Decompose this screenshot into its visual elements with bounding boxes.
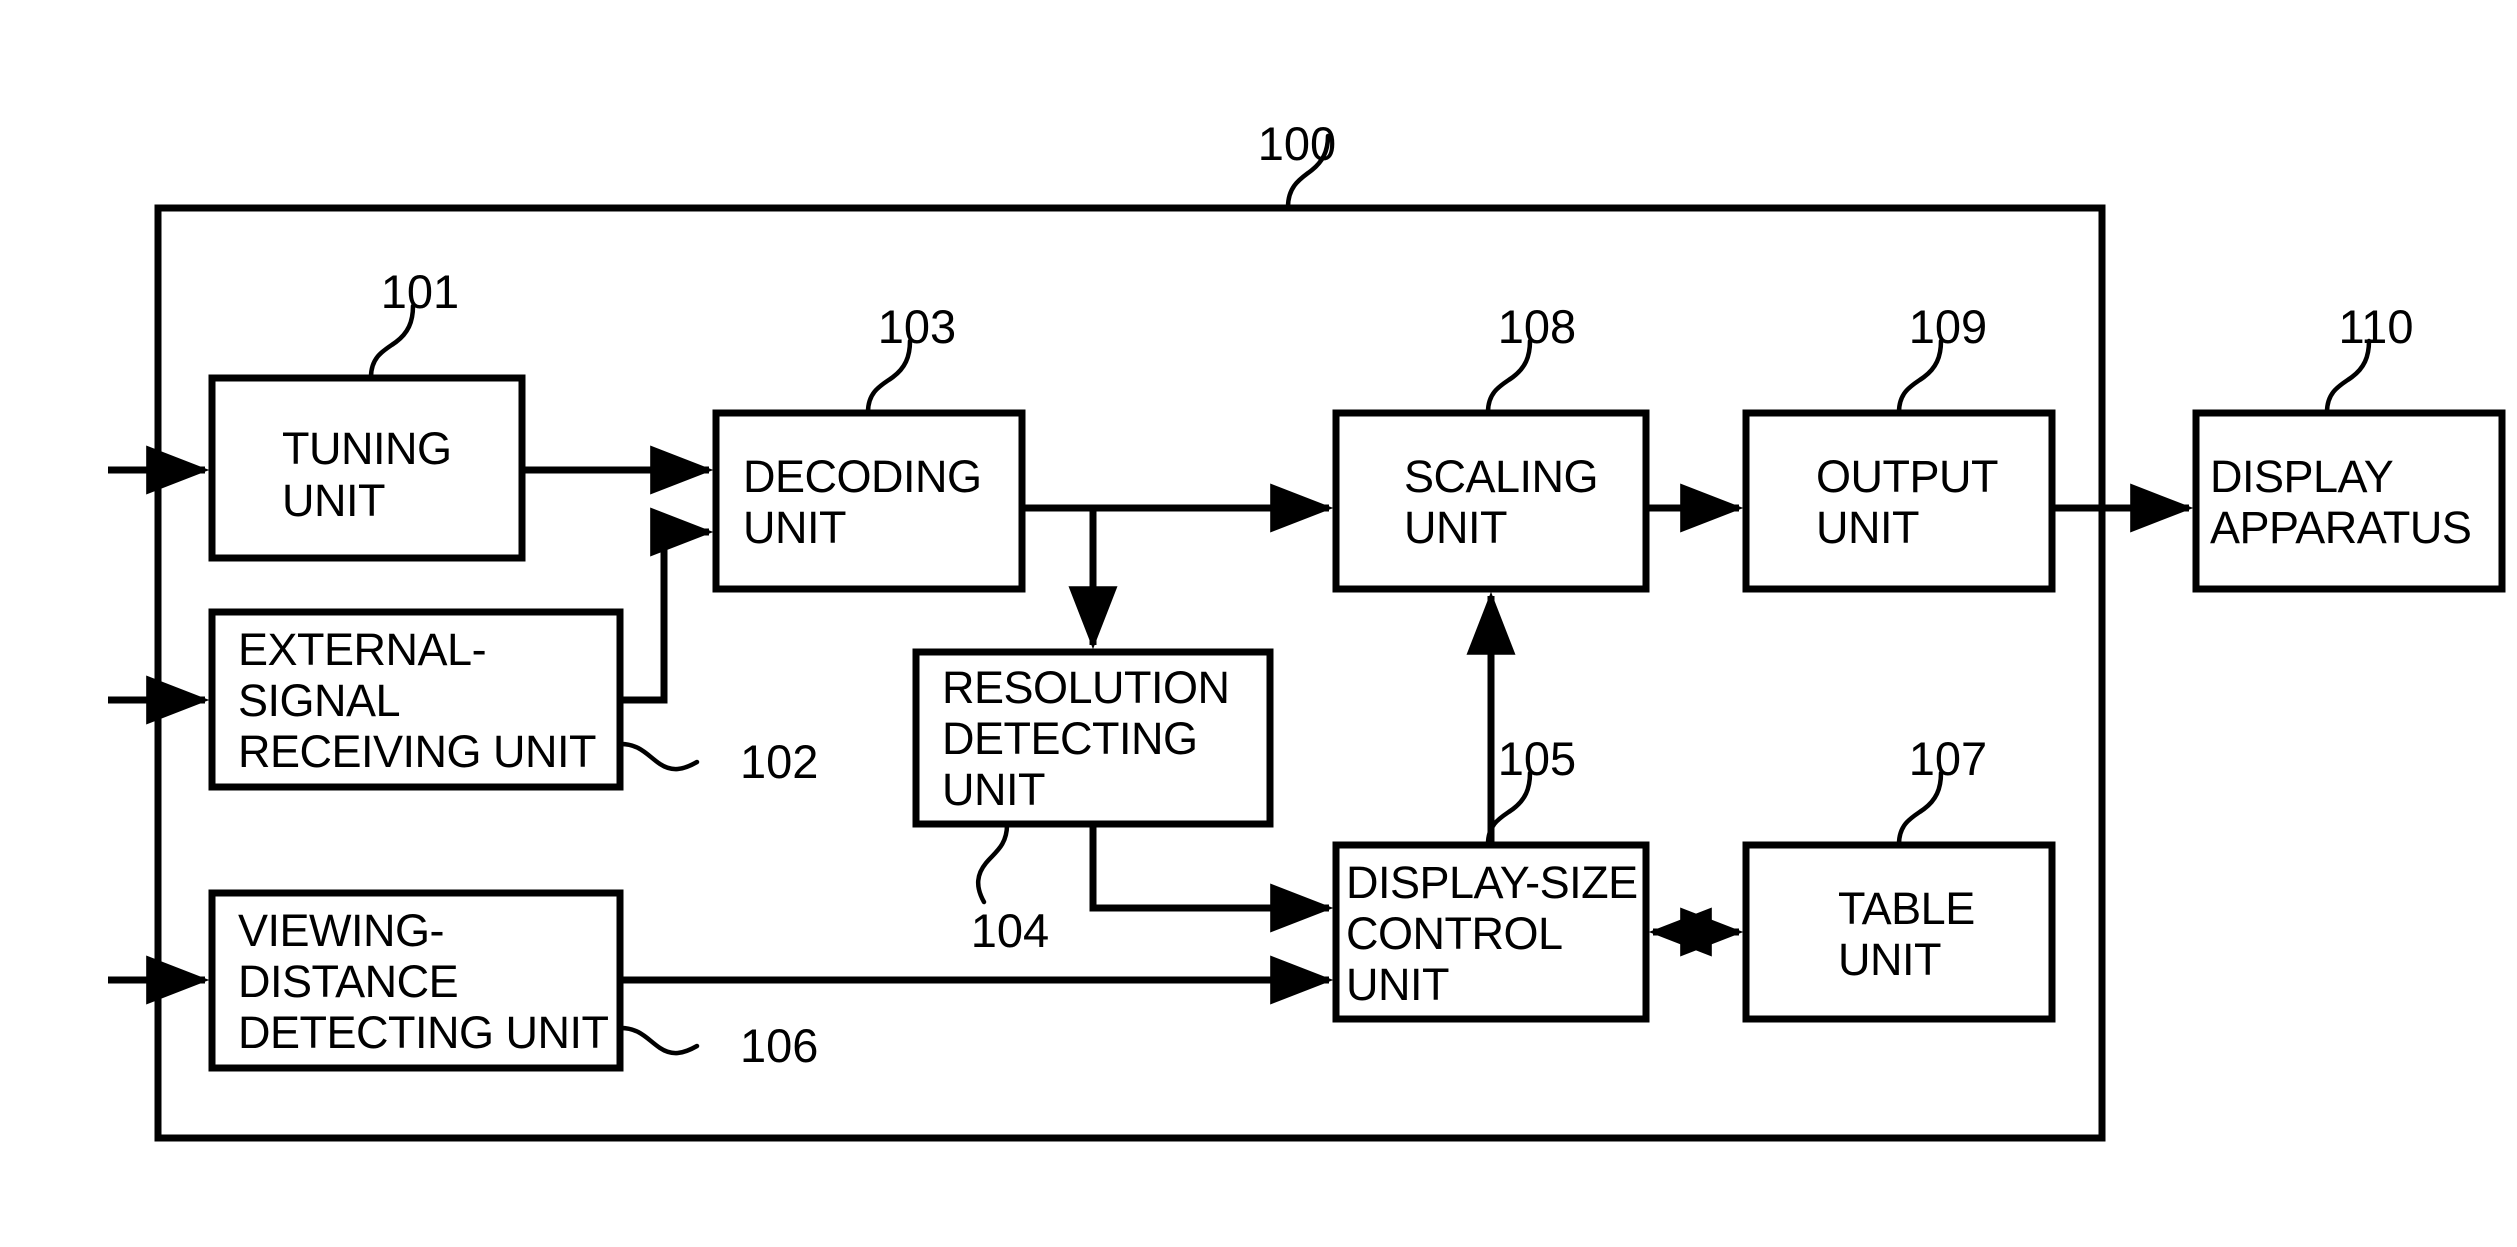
viewing-distance-line2: DISTANCE — [238, 956, 458, 1007]
tuning-unit-line2: UNIT — [282, 475, 385, 526]
ref-number-100: 100 — [1258, 117, 1336, 170]
tuning-unit-line1: TUNING — [282, 423, 452, 474]
connector-resolution-to-display-size-control — [1089, 824, 1334, 933]
ref-number-108: 108 — [1498, 300, 1576, 353]
leader-line-102 — [618, 741, 700, 772]
ref-number-102: 102 — [740, 735, 818, 788]
table-unit-line2: UNIT — [1838, 934, 1941, 985]
resolution-line3: UNIT — [942, 764, 1045, 815]
dsc-line1: DISPLAY-SIZE — [1346, 857, 1638, 908]
external-signal-line3: RECEIVING UNIT — [238, 726, 596, 777]
dsc-line2: CONTROL — [1346, 908, 1563, 959]
viewing-distance-line1: VIEWING- — [238, 905, 444, 956]
ref-number-107: 107 — [1909, 732, 1987, 785]
resolution-line2: DETECTING — [942, 713, 1198, 764]
ref-number-103: 103 — [878, 300, 956, 353]
ref-number-110: 110 — [2339, 300, 2414, 353]
block-diagram: 100 101 102 103 104 105 106 107 108 109 … — [108, 117, 2506, 1142]
leader-line-104 — [976, 822, 1010, 905]
output-unit-line1: OUTPUT — [1816, 451, 1998, 502]
ref-number-101: 101 — [381, 265, 459, 318]
figure-canvas: 100 101 102 103 104 105 106 107 108 109 … — [0, 0, 2517, 1247]
viewing-distance-line3: DETECTING UNIT — [238, 1007, 609, 1058]
external-signal-line1: EXTERNAL- — [238, 624, 486, 675]
scaling-unit-line2: UNIT — [1404, 502, 1507, 553]
scaling-unit-line1: SCALING — [1404, 451, 1598, 502]
ref-number-105: 105 — [1498, 732, 1576, 785]
leader-line-106 — [618, 1025, 700, 1056]
connector-external-signal-to-decoding — [620, 507, 714, 704]
display-apparatus-line1: DISPLAY — [2210, 451, 2394, 502]
resolution-line1: RESOLUTION — [942, 662, 1230, 713]
ref-number-109: 109 — [1909, 300, 1987, 353]
display-apparatus-line2: APPARATUS — [2210, 502, 2471, 553]
dsc-line3: UNIT — [1346, 959, 1449, 1010]
ref-number-104: 104 — [971, 904, 1049, 957]
decoding-unit-line1: DECODING — [743, 451, 982, 502]
ref-number-106: 106 — [740, 1019, 818, 1072]
decoding-unit-line2: UNIT — [743, 502, 846, 553]
external-signal-line2: SIGNAL — [238, 675, 400, 726]
output-unit-line2: UNIT — [1816, 502, 1919, 553]
table-unit-line1: TABLE — [1838, 883, 1975, 934]
